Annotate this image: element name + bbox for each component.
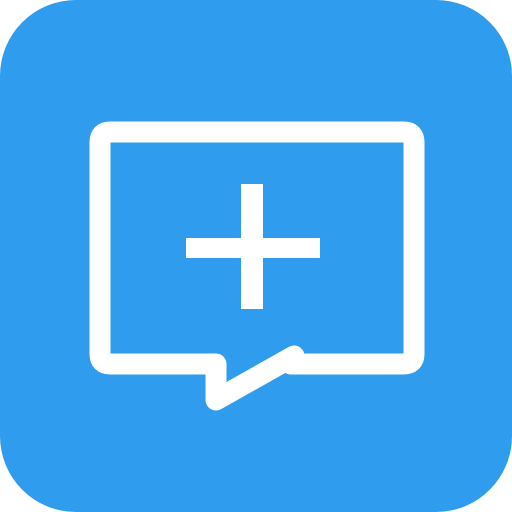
plus-icon-horizontal [186,238,320,258]
new-message-app-icon[interactable] [0,0,512,512]
new-message-icon [0,0,512,512]
